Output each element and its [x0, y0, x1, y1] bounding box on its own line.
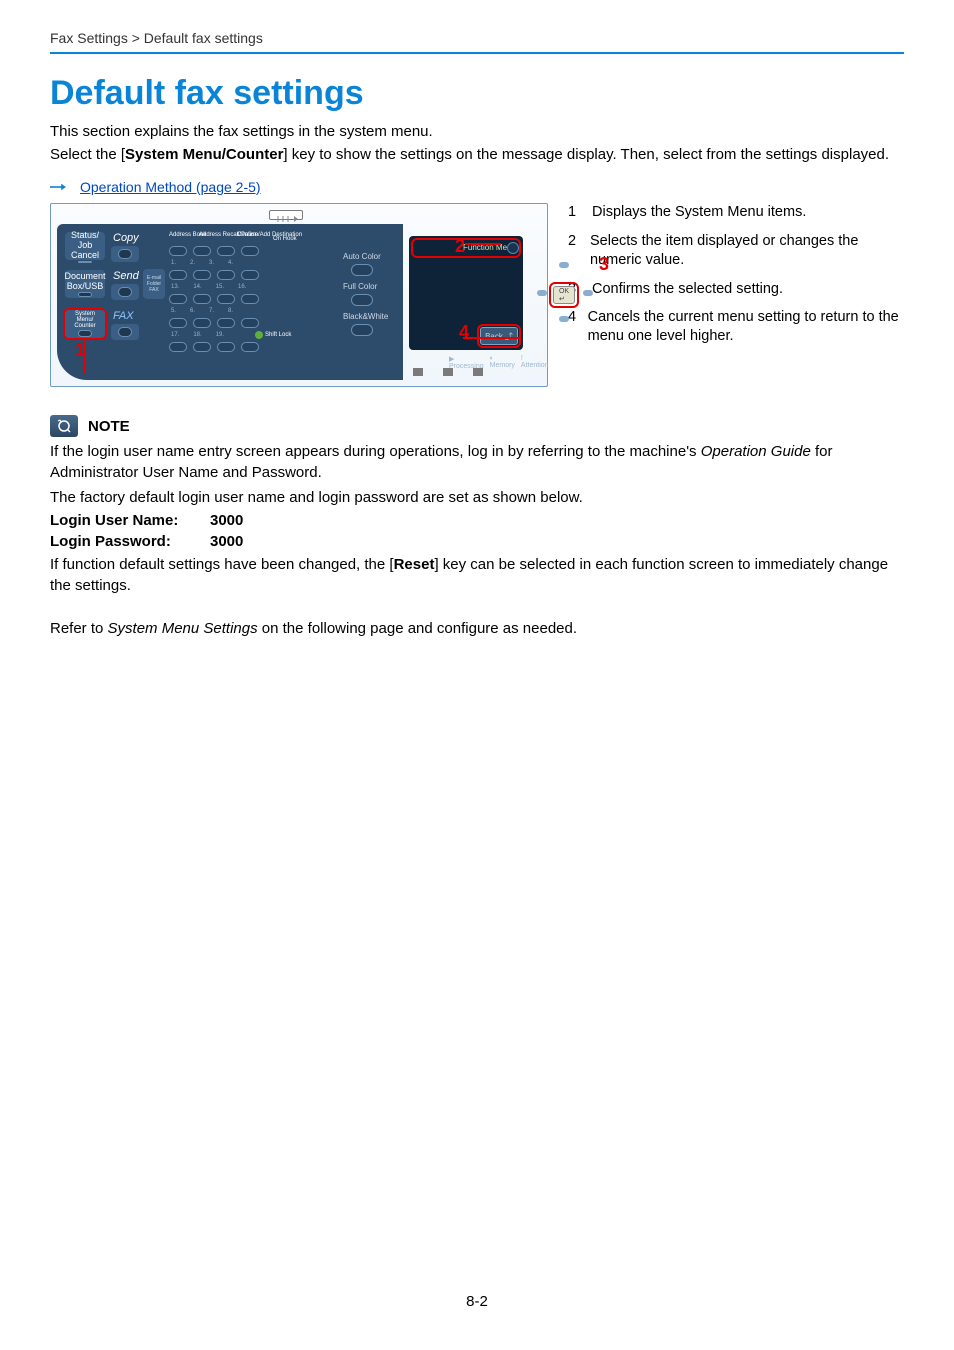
clip-icon [269, 210, 303, 220]
docbox-button: Document Box/USB [65, 270, 105, 298]
sysmenu-button: System Menu/ Counter [65, 310, 105, 338]
callout-line-2 [465, 228, 505, 248]
login-pass-row: Login Password: 3000 [50, 533, 904, 550]
bw-button [351, 324, 373, 336]
callout-2: 2 [455, 236, 465, 257]
fullcolor-button [351, 294, 373, 306]
keypad-row-1 [169, 246, 259, 256]
diagram-legend: 1Displays the System Menu items. 2Select… [568, 203, 904, 356]
note-p2: The factory default login user name and … [50, 487, 904, 508]
status-button: Status/ Job Cancel [65, 232, 105, 260]
callout-line-4 [463, 330, 523, 346]
intro-line-2: Select the [System Menu/Counter] key to … [50, 144, 904, 165]
fullcolor-label: Full Color [343, 282, 377, 291]
efolder-button: E-mail Folder FAX [143, 269, 165, 299]
note-block: NOTE If the login user name entry screen… [50, 415, 904, 596]
copy-button [111, 246, 139, 262]
autocolor-button [351, 264, 373, 276]
fax-button [111, 324, 139, 340]
keypad-row-3 [169, 294, 259, 304]
note-label: NOTE [88, 418, 130, 435]
intro-text: This section explains the fax settings i… [50, 121, 904, 165]
keypad-row-5 [169, 342, 259, 352]
refer-text: Refer to System Menu Settings on the fol… [50, 620, 904, 637]
keypad-row-2 [169, 270, 259, 280]
autocolor-label: Auto Color [343, 252, 381, 261]
divider [50, 52, 904, 54]
onhook-label: On Hook [273, 236, 297, 242]
page-title: Default fax settings [50, 74, 904, 113]
breadcrumb: Fax Settings > Default fax settings [50, 30, 904, 46]
ok-button: OK↵ [553, 286, 575, 304]
operation-method-link[interactable]: Operation Method (page 2-5) [80, 179, 261, 195]
link-arrow-icon [50, 182, 66, 192]
funcmenu-dot [507, 242, 519, 254]
copy-label: Copy [113, 232, 139, 244]
fax-label: FAX [113, 310, 134, 322]
control-panel-diagram: Status/ Job Cancel Document Box/USB Syst… [50, 203, 548, 387]
note-p1: If the login user name entry screen appe… [50, 441, 904, 483]
page-number: 8-2 [0, 1293, 954, 1310]
callout-line-1 [81, 338, 87, 374]
indicator-row [413, 368, 483, 376]
intro-line-1: This section explains the fax settings i… [50, 121, 904, 142]
send-label: Send [113, 270, 139, 282]
callout-3: 3 [599, 254, 609, 275]
send-button [111, 284, 139, 300]
note-p3: If function default settings have been c… [50, 554, 904, 596]
nav-pad: OK↵ [531, 254, 597, 324]
login-user-row: Login User Name: 3000 [50, 512, 904, 529]
keypad-row-4 [169, 318, 259, 328]
bw-label: Black&White [343, 312, 388, 321]
note-icon [50, 415, 78, 437]
shift-lock-dot [255, 331, 263, 339]
